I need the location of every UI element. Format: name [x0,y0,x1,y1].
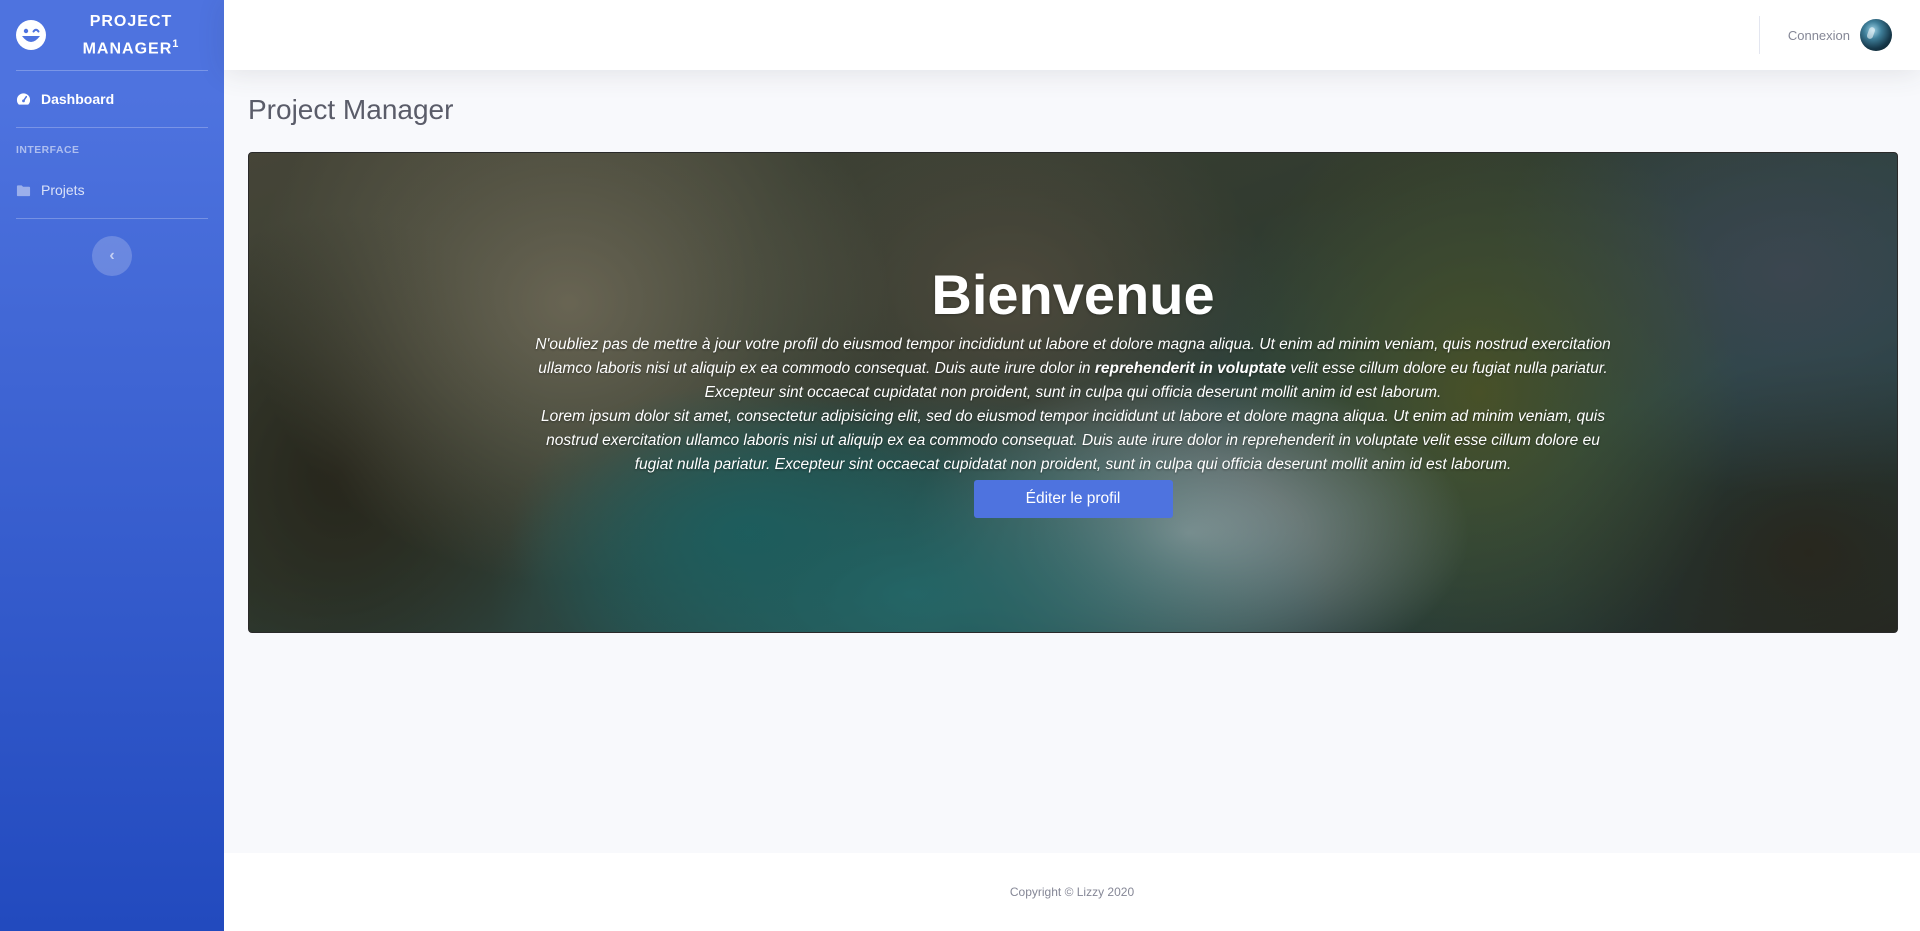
brand-name: PROJECT MANAGER [82,12,173,58]
folder-icon [16,183,32,197]
chevron-left-icon: ‹ [109,247,115,264]
edit-profile-button[interactable]: Éditer le profil [973,480,1173,518]
brand-sup: 1 [172,37,180,50]
tachometer-icon [16,92,32,106]
hero-paragraph-1-bold: reprehenderit in voluptate [1094,360,1287,377]
hero-paragraph-1: N'oubliez pas de mettre à jour votre pro… [533,333,1613,405]
sidebar-item-dashboard[interactable]: Dashboard [0,71,224,127]
page-title: Project Manager [248,94,454,125]
avatar [1860,19,1892,51]
sidebar-item-label: Projets [41,182,85,198]
topbar: Connexion [224,0,1920,70]
user-name: Connexion [1787,27,1850,43]
hero-title: Bienvenue [931,263,1215,326]
user-dropdown[interactable]: Connexion [1788,19,1892,51]
hero-content: Bienvenue N'oubliez pas de mettre à jour… [249,153,1897,632]
main-content: Project Manager Bienvenue N'oubliez pas … [224,70,1920,853]
brand-title: PROJECT MANAGER1 [48,10,224,60]
sidebar-brand[interactable]: PROJECT MANAGER1 [0,0,224,70]
sidebar-toggle-wrap: ‹ [0,219,224,276]
sidebar-toggle-button[interactable]: ‹ [92,236,132,276]
sidebar-item-projets[interactable]: Projets [0,162,224,218]
sidebar: PROJECT MANAGER1 Dashboard Interface Pro… [0,0,224,931]
footer: Copyright © Lizzy 2020 [224,853,1920,931]
hero-banner: Bienvenue N'oubliez pas de mettre à jour… [248,152,1898,633]
hero-paragraph-2: Lorem ipsum dolor sit amet, consectetur … [540,408,1605,473]
laugh-wink-icon [14,18,48,52]
sidebar-item-label: Dashboard [41,91,115,107]
sidebar-heading: Interface [16,145,80,156]
copyright-text: Copyright © Lizzy 2020 [1009,885,1135,899]
topbar-divider [1758,16,1760,54]
